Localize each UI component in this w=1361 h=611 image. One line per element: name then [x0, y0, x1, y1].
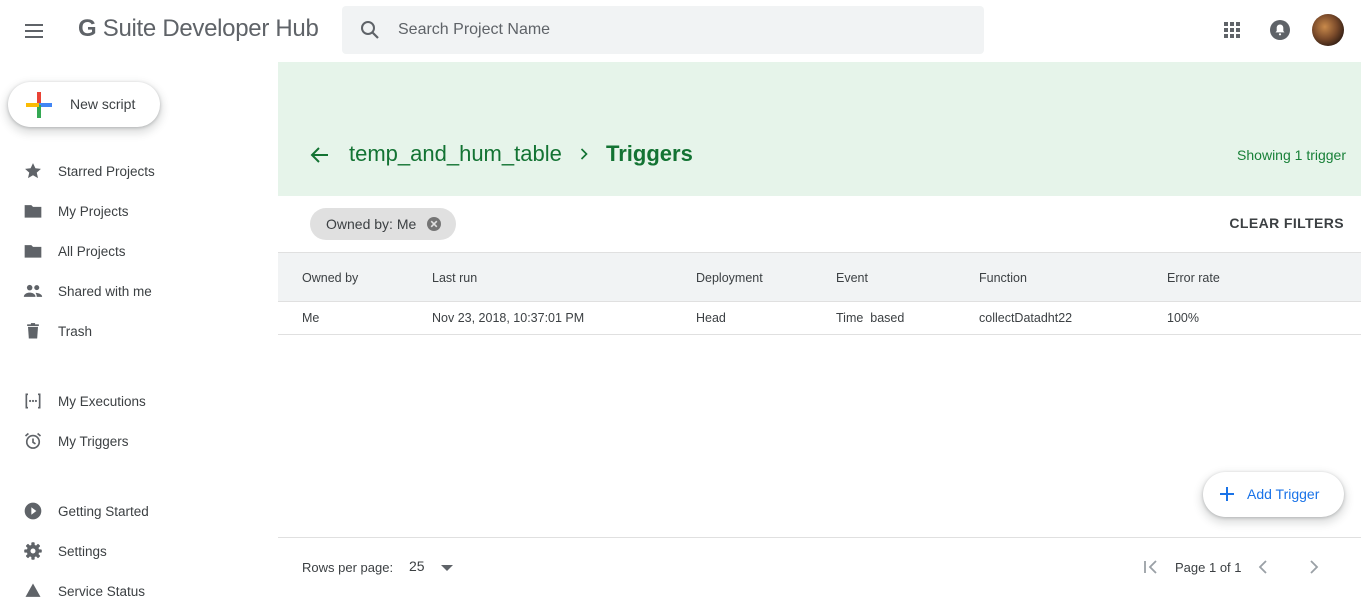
new-script-label: New script [70, 96, 136, 112]
folder-icon [24, 245, 42, 258]
sidebar-item-my-executions[interactable]: My Executions [0, 385, 270, 421]
app-title: G Suite Developer Hub [78, 15, 319, 42]
rows-per-page-select[interactable]: 25 [409, 558, 425, 574]
breadcrumb-project[interactable]: temp_and_hum_table [349, 141, 562, 167]
remove-filter-icon[interactable] [426, 216, 442, 232]
sidebar-item-all-projects[interactable]: All Projects [0, 235, 270, 271]
add-trigger-button[interactable]: Add Trigger [1203, 472, 1344, 517]
sidebar-item-trash[interactable]: Trash [0, 315, 270, 351]
column-header-deployment[interactable]: Deployment [696, 271, 763, 285]
rows-per-page-label: Rows per page: [302, 560, 394, 575]
top-app-bar: G Suite Developer Hub [0, 0, 1361, 62]
star-icon [25, 163, 41, 179]
sidebar-item-label: Shared with me [58, 284, 152, 299]
page-indicator: Page 1 of 1 [1175, 560, 1242, 575]
account-avatar[interactable] [1312, 14, 1344, 46]
folder-icon [24, 205, 42, 218]
sidebar-item-my-projects[interactable]: My Projects [0, 195, 270, 231]
cell-function: collectDatadht22 [979, 311, 1073, 325]
cell-deployment: Head [696, 311, 726, 325]
sidebar-item-label: Service Status [58, 584, 146, 599]
column-header-function[interactable]: Function [979, 271, 1027, 285]
sidebar-item-label: My Triggers [58, 434, 129, 449]
sidebar-item-label: All Projects [58, 244, 126, 259]
cell-last-run: Nov 23, 2018, 10:37:01 PM [432, 311, 585, 325]
search-input[interactable] [398, 6, 968, 54]
hamburger-menu-icon[interactable] [22, 19, 46, 43]
page-header [278, 62, 1361, 196]
sidebar-item-label: Trash [58, 324, 93, 339]
trigger-count: Showing 1 trigger [1237, 147, 1346, 163]
sidebar-item-label: Settings [58, 544, 107, 559]
clear-filters-button[interactable]: CLEAR FILTERS [1229, 215, 1344, 231]
plus-icon [1220, 487, 1234, 501]
sidebar-item-label: My Projects [58, 204, 129, 219]
column-header-error-rate[interactable]: Error rate [1167, 271, 1220, 285]
first-page-icon[interactable] [1140, 556, 1162, 578]
sidebar-item-shared-with-me[interactable]: Shared with me [0, 275, 270, 311]
gear-icon [24, 542, 42, 560]
cell-error-rate: 100% [1167, 311, 1199, 325]
cell-event: Time based [836, 311, 905, 325]
column-header-last-run[interactable]: Last run [432, 271, 477, 285]
column-header-event[interactable]: Event [836, 271, 868, 285]
search-bar[interactable] [342, 6, 984, 54]
table-row[interactable]: Me Nov 23, 2018, 10:37:01 PM Head Time b… [278, 302, 1361, 335]
next-page-icon[interactable] [1303, 556, 1325, 578]
filter-chip-owned-by[interactable]: Owned by: Me [310, 208, 456, 240]
sidebar-item-label: My Executions [58, 394, 146, 409]
table-header: Owned by Last run Deployment Event Funct… [278, 252, 1361, 302]
trash-icon [27, 323, 39, 339]
pagination-bar: Rows per page: 25 Page 1 of 1 [278, 537, 1361, 591]
sidebar-item-label: Starred Projects [58, 164, 155, 179]
sidebar-item-service-status[interactable]: Service Status [0, 575, 270, 611]
column-header-owned-by[interactable]: Owned by [302, 271, 358, 285]
sidebar-item-settings[interactable]: Settings [0, 535, 270, 571]
sidebar-item-getting-started[interactable]: Getting Started [0, 495, 270, 531]
new-script-button[interactable]: New script [8, 82, 160, 127]
sidebar-item-starred-projects[interactable]: Starred Projects [0, 155, 270, 191]
page-title: Triggers [606, 141, 693, 166]
apps-grid-icon[interactable] [1220, 18, 1244, 42]
people-icon [23, 284, 43, 297]
chevron-right-icon [580, 148, 588, 160]
notifications-icon[interactable] [1268, 18, 1292, 42]
sidebar-item-label: Getting Started [58, 504, 149, 519]
sidebar-item-my-triggers[interactable]: My Triggers [0, 425, 270, 461]
executions-icon [25, 393, 41, 409]
filter-chip-label: Owned by: Me [326, 216, 417, 232]
dropdown-caret-icon[interactable] [438, 559, 456, 577]
search-icon [361, 21, 379, 39]
alarm-icon [24, 432, 42, 449]
cell-owned-by: Me [302, 311, 320, 325]
multicolor-plus-icon [26, 92, 52, 118]
back-arrow-icon[interactable] [308, 143, 332, 167]
play-icon [24, 502, 42, 520]
add-trigger-label: Add Trigger [1247, 486, 1320, 502]
status-icon [25, 583, 41, 597]
previous-page-icon[interactable] [1252, 556, 1274, 578]
